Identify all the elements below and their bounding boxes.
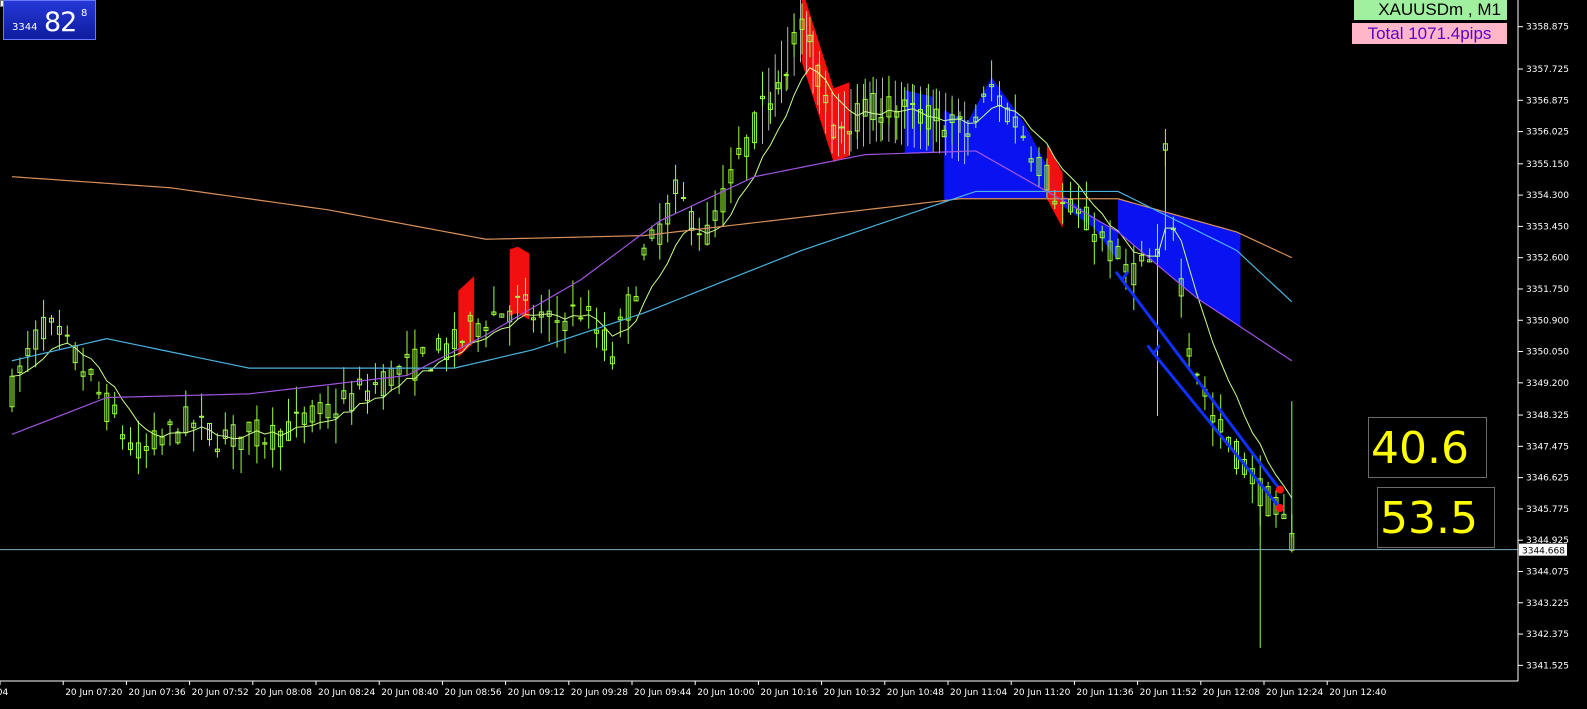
x-tick-label: 20 Jun 07:52: [192, 688, 249, 698]
y-tick-label: 3341.525: [1526, 661, 1569, 671]
y-tick-label: 3348.325: [1526, 411, 1569, 421]
x-tick-label: 20 Jun 10:48: [887, 688, 944, 698]
candle-body: [515, 295, 521, 298]
x-tick-label: 20 Jun 08:08: [255, 688, 312, 698]
bid-price-prefix: 3344: [12, 22, 38, 33]
y-tick-label: 3358.875: [1526, 23, 1569, 33]
y-tick-label: 3357.725: [1526, 65, 1569, 75]
x-tick-label: 20 Jun 10:16: [760, 688, 817, 698]
y-tick-label: 3347.475: [1526, 442, 1569, 452]
y-tick-label: 3354.300: [1526, 191, 1569, 201]
x-tick-label: 20 Jun 09:28: [571, 688, 628, 698]
y-tick-label: 3355.150: [1526, 160, 1569, 170]
candle-body: [696, 233, 702, 236]
x-tick-label: 20 Jun 11:52: [1140, 688, 1197, 698]
x-tick-label: 20 Jun 09:44: [634, 688, 691, 698]
candle-body: [570, 304, 576, 307]
bid-price-point: 8: [81, 8, 88, 19]
y-tick-label: 3350.900: [1526, 316, 1569, 326]
y-tick-label: 3352.600: [1526, 254, 1569, 264]
x-tick-label: 20 Jun 11:04: [950, 688, 1007, 698]
x-tick-label: 20 Jun 08:40: [381, 688, 438, 698]
y-tick-label: 3345.775: [1526, 505, 1569, 515]
x-tick-label: 20 Jun 11:20: [1013, 688, 1070, 698]
y-tick-label: 3349.200: [1526, 379, 1569, 389]
x-tick-label: 20 Jun 07:20: [65, 688, 122, 698]
x-tick-label: 20 Jun 12:40: [1329, 688, 1386, 698]
y-tick-label: 3346.625: [1526, 474, 1569, 484]
x-tick-label: 20 Jun 09:12: [508, 688, 565, 698]
symbol-timeframe-label: XAUUSDm , M1: [1354, 0, 1507, 20]
signal-marker: [1275, 503, 1284, 512]
current-price-label: 3344.668: [1522, 547, 1565, 557]
x-tick-label: 7:04: [0, 688, 8, 698]
candle-body: [293, 411, 299, 414]
y-tick-label: 3351.750: [1526, 285, 1569, 295]
x-tick-label: 20 Jun 08:24: [318, 688, 375, 698]
candle-body: [910, 103, 916, 106]
candle-body: [199, 415, 205, 418]
y-tick-label: 3356.875: [1526, 96, 1569, 106]
value-box-first: 40.6: [1368, 417, 1487, 478]
value-box-second: 53.5: [1377, 487, 1495, 548]
x-tick-label: 20 Jun 11:36: [1076, 688, 1133, 698]
y-tick-label: 3353.450: [1526, 222, 1569, 232]
x-tick-label: 20 Jun 10:00: [697, 688, 754, 698]
x-tick-label: 20 Jun 10:32: [824, 688, 881, 698]
y-tick-label: 3356.025: [1526, 128, 1569, 138]
x-tick-label: 20 Jun 12:24: [1266, 688, 1323, 698]
y-tick-label: 3344.075: [1526, 567, 1569, 577]
cloud-segment: [509, 246, 530, 320]
price-chart[interactable]: 3358.875 3357.725 3356.875 3356.025 3355.150…: [0, 0, 1587, 709]
y-tick-label: 3342.375: [1526, 630, 1569, 640]
candle-body: [459, 340, 465, 343]
bid-price-badge: 3344 82 8: [3, 0, 96, 40]
y-tick-label: 3343.225: [1526, 599, 1569, 609]
x-tick-label: 20 Jun 12:08: [1203, 688, 1260, 698]
x-tick-label: 20 Jun 07:36: [128, 688, 185, 698]
candle-body: [1060, 202, 1066, 205]
candle-body: [783, 74, 789, 77]
total-pips-label: Total 1071.4pips: [1352, 23, 1507, 44]
signal-marker: [1275, 485, 1284, 494]
candle-body: [64, 334, 70, 337]
x-tick-label: 20 Jun 08:56: [444, 688, 501, 698]
bid-price-main: 82: [44, 7, 77, 38]
y-tick-label: 3350.050: [1526, 348, 1569, 358]
candle-body: [1194, 373, 1200, 376]
candle-body: [839, 126, 844, 129]
